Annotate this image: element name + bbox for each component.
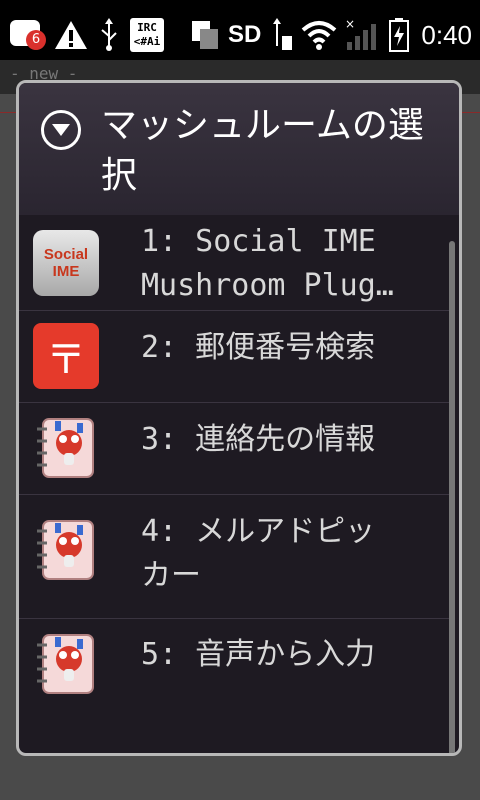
list-item-social-ime[interactable]: Social IME 1: Social IME Mushroom Plug… [19,215,453,311]
list-item-voice-input[interactable]: 5: 音声から入力 [19,619,453,707]
list-item-label: 1: Social IME Mushroom Plug… [141,224,394,303]
usb-debug-icon [273,18,293,50]
list-item-postal-search[interactable]: 〒 2: 郵便番号検索 [19,311,453,403]
list-item-label: 5: 音声から入力 [141,637,376,672]
signal-no-service-icon: × [345,18,377,50]
contact-notebook-icon [37,520,94,580]
svg-text:×: × [345,18,355,31]
list-item-mail-picker[interactable]: 4: メルアドピッ カー [19,495,453,619]
battery-charging-icon [389,18,410,52]
list-item-label: 2: 郵便番号検索 [141,330,376,365]
list-item-label: 3: 連絡先の情報 [141,422,376,457]
contact-notebook-icon [37,418,94,478]
social-ime-icon: Social IME [33,230,99,296]
chat-notification-icon: 6 [10,18,46,52]
list-item-contact-info[interactable]: 3: 連絡先の情報 [19,403,453,495]
contact-notebook-icon [37,634,94,694]
scrollbar[interactable] [449,241,455,753]
dialog-title: マッシュルームの選択 [101,105,424,196]
mushroom-select-dialog: マッシュルームの選択 Social IME 1: Social IME Mush… [16,80,462,756]
irc-icon: IRC <#Ai [130,18,164,52]
wifi-icon [302,21,337,50]
mushroom-list: Social IME 1: Social IME Mushroom Plug… … [19,215,453,707]
list-item-label: 4: メルアドピッ カー [141,514,376,593]
dropdown-circle-icon [41,110,81,150]
sd-label: SD [228,21,262,48]
warning-icon [55,21,87,49]
postal-mark-icon: 〒 [33,323,99,389]
usb-icon [101,18,117,51]
clock: 0:40 [421,19,472,50]
notification-count: 6 [26,30,46,50]
dialog-header: マッシュルームの選択 [19,83,459,215]
sd-card-icon [192,21,219,49]
